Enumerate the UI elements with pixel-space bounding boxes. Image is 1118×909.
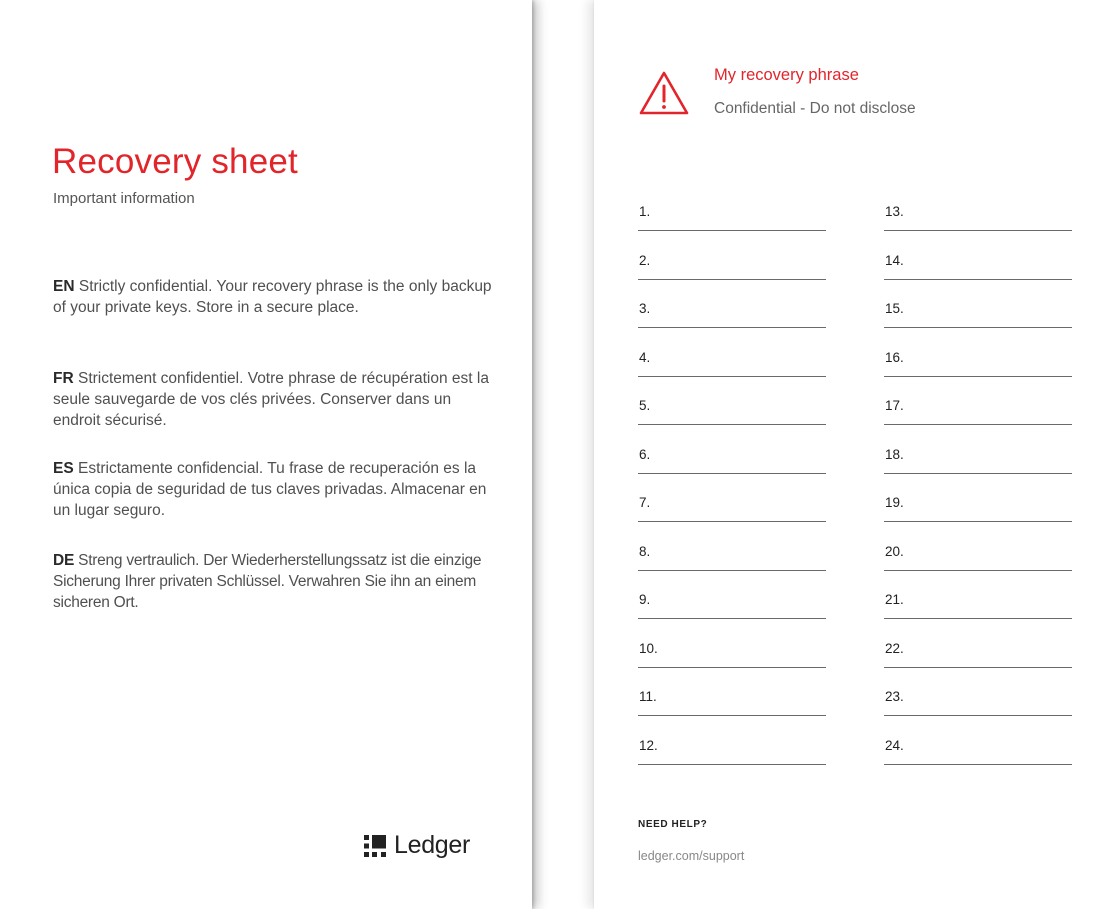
word-entry-line[interactable]: 10. <box>638 633 826 682</box>
word-entry-line[interactable]: 2. <box>638 245 826 294</box>
word-underline <box>638 327 826 328</box>
word-number: 4. <box>639 349 651 365</box>
word-underline <box>884 472 1072 474</box>
notice-text: Streng vertraulich. Der Wiederherstellun… <box>53 552 482 611</box>
word-number: 14. <box>885 252 904 268</box>
notice-es: ES Estrictamente confidencial. Tu frase … <box>53 458 493 521</box>
word-underline <box>884 278 1072 280</box>
word-entry-line[interactable]: 7. <box>638 487 826 536</box>
word-underline <box>884 618 1072 619</box>
word-number: 2. <box>639 252 651 268</box>
word-entry-line[interactable]: 17. <box>884 390 1072 439</box>
word-entry-line[interactable]: 1. <box>638 196 826 245</box>
notice-text: Estrictamente confidencial. Tu frase de … <box>53 460 487 519</box>
notice-de: DE Streng vertraulich. Der Wiederherstel… <box>53 550 493 613</box>
word-underline <box>638 278 826 280</box>
word-number: 23. <box>885 689 904 704</box>
word-underline <box>638 375 826 377</box>
notice-fr: FR Strictement confidentiel. Votre phras… <box>53 368 493 431</box>
word-number: 24. <box>885 737 904 753</box>
word-number: 22. <box>885 640 904 656</box>
word-underline <box>884 521 1072 522</box>
word-entry-line[interactable]: 19. <box>884 487 1072 536</box>
word-number: 17. <box>885 398 904 413</box>
word-number: 21. <box>885 592 904 607</box>
word-number: 19. <box>885 495 904 510</box>
word-entry-line[interactable]: 11. <box>638 681 826 730</box>
word-column-right: 13. 14. 15. 16. 17. 18. 19. 20. 21. 22. 23. 24. <box>884 196 1072 778</box>
word-underline <box>884 569 1072 571</box>
notice-text: Strictly confidential. Your recovery phr… <box>53 278 492 316</box>
word-entry-line[interactable]: 4. <box>638 342 826 391</box>
word-underline <box>638 472 826 474</box>
word-entry-line[interactable]: 20. <box>884 536 1072 585</box>
word-number: 15. <box>885 301 904 316</box>
word-underline <box>638 424 826 425</box>
word-underline <box>638 618 826 619</box>
word-number: 6. <box>639 446 651 462</box>
word-number: 20. <box>885 543 904 559</box>
recovery-phrase-sheet: My recovery phrase Confidential - Do not… <box>594 0 1118 909</box>
word-entry-line[interactable]: 5. <box>638 390 826 439</box>
word-number: 10. <box>639 640 658 656</box>
word-number: 9. <box>639 592 651 607</box>
notice-en: EN Strictly confidential. Your recovery … <box>53 276 493 318</box>
word-entry-line[interactable]: 8. <box>638 536 826 585</box>
recovery-phrase-subtitle: Confidential - Do not disclose <box>714 100 916 117</box>
word-underline <box>638 763 826 765</box>
word-column-left: 1. 2. 3. 4. 5. 6. 7. 8. 9. 10. 11. 12. <box>638 196 826 778</box>
word-entry-line[interactable]: 6. <box>638 439 826 488</box>
recovery-sheet-cover: Recovery sheet Important information EN … <box>0 0 532 909</box>
word-number: 8. <box>639 543 651 559</box>
word-entry-line[interactable]: 23. <box>884 681 1072 730</box>
word-number: 11. <box>639 689 657 704</box>
word-number: 5. <box>639 398 651 413</box>
word-underline <box>638 521 826 522</box>
word-entry-line[interactable]: 3. <box>638 293 826 342</box>
ledger-logo: Ledger <box>364 831 470 860</box>
word-underline <box>638 569 826 571</box>
word-underline <box>638 666 826 668</box>
word-number: 3. <box>639 301 651 316</box>
word-entry-line[interactable]: 22. <box>884 633 1072 682</box>
word-underline <box>884 763 1072 765</box>
word-entry-line[interactable]: 21. <box>884 584 1072 633</box>
word-number: 16. <box>885 349 904 365</box>
need-help-heading: NEED HELP? <box>638 819 708 830</box>
word-entry-line[interactable]: 14. <box>884 245 1072 294</box>
word-underline <box>884 327 1072 328</box>
word-number: 1. <box>639 204 651 219</box>
notice-lang-code: ES <box>53 460 74 477</box>
notice-lang-code: FR <box>53 370 74 387</box>
word-entry-line[interactable]: 18. <box>884 439 1072 488</box>
word-underline <box>884 375 1072 377</box>
word-underline <box>884 424 1072 425</box>
notice-lang-code: DE <box>53 552 75 569</box>
word-underline <box>638 230 826 231</box>
word-entry-line[interactable]: 16. <box>884 342 1072 391</box>
sheet-subtitle: Important information <box>53 190 195 207</box>
word-entry-line[interactable]: 15. <box>884 293 1072 342</box>
word-number: 12. <box>639 737 658 753</box>
recovery-phrase-title: My recovery phrase <box>714 66 859 84</box>
word-underline <box>884 230 1072 231</box>
word-underline <box>638 715 826 716</box>
word-entry-line[interactable]: 9. <box>638 584 826 633</box>
ledger-wordmark: Ledger <box>394 831 471 859</box>
notice-lang-code: EN <box>53 278 75 295</box>
sheet-title: Recovery sheet <box>52 142 298 181</box>
word-underline <box>884 715 1072 716</box>
word-entry-line[interactable]: 24. <box>884 730 1072 779</box>
notice-text: Strictement confidentiel. Votre phrase d… <box>53 370 489 429</box>
warning-triangle-icon <box>639 71 689 115</box>
word-number: 18. <box>885 446 904 462</box>
word-number: 7. <box>639 495 651 510</box>
support-link[interactable]: ledger.com/support <box>638 849 744 863</box>
ledger-logo-icon <box>364 834 386 857</box>
word-entry-line[interactable]: 12. <box>638 730 826 779</box>
word-entry-line[interactable]: 13. <box>884 196 1072 245</box>
word-underline <box>884 666 1072 668</box>
word-number: 13. <box>885 204 904 219</box>
